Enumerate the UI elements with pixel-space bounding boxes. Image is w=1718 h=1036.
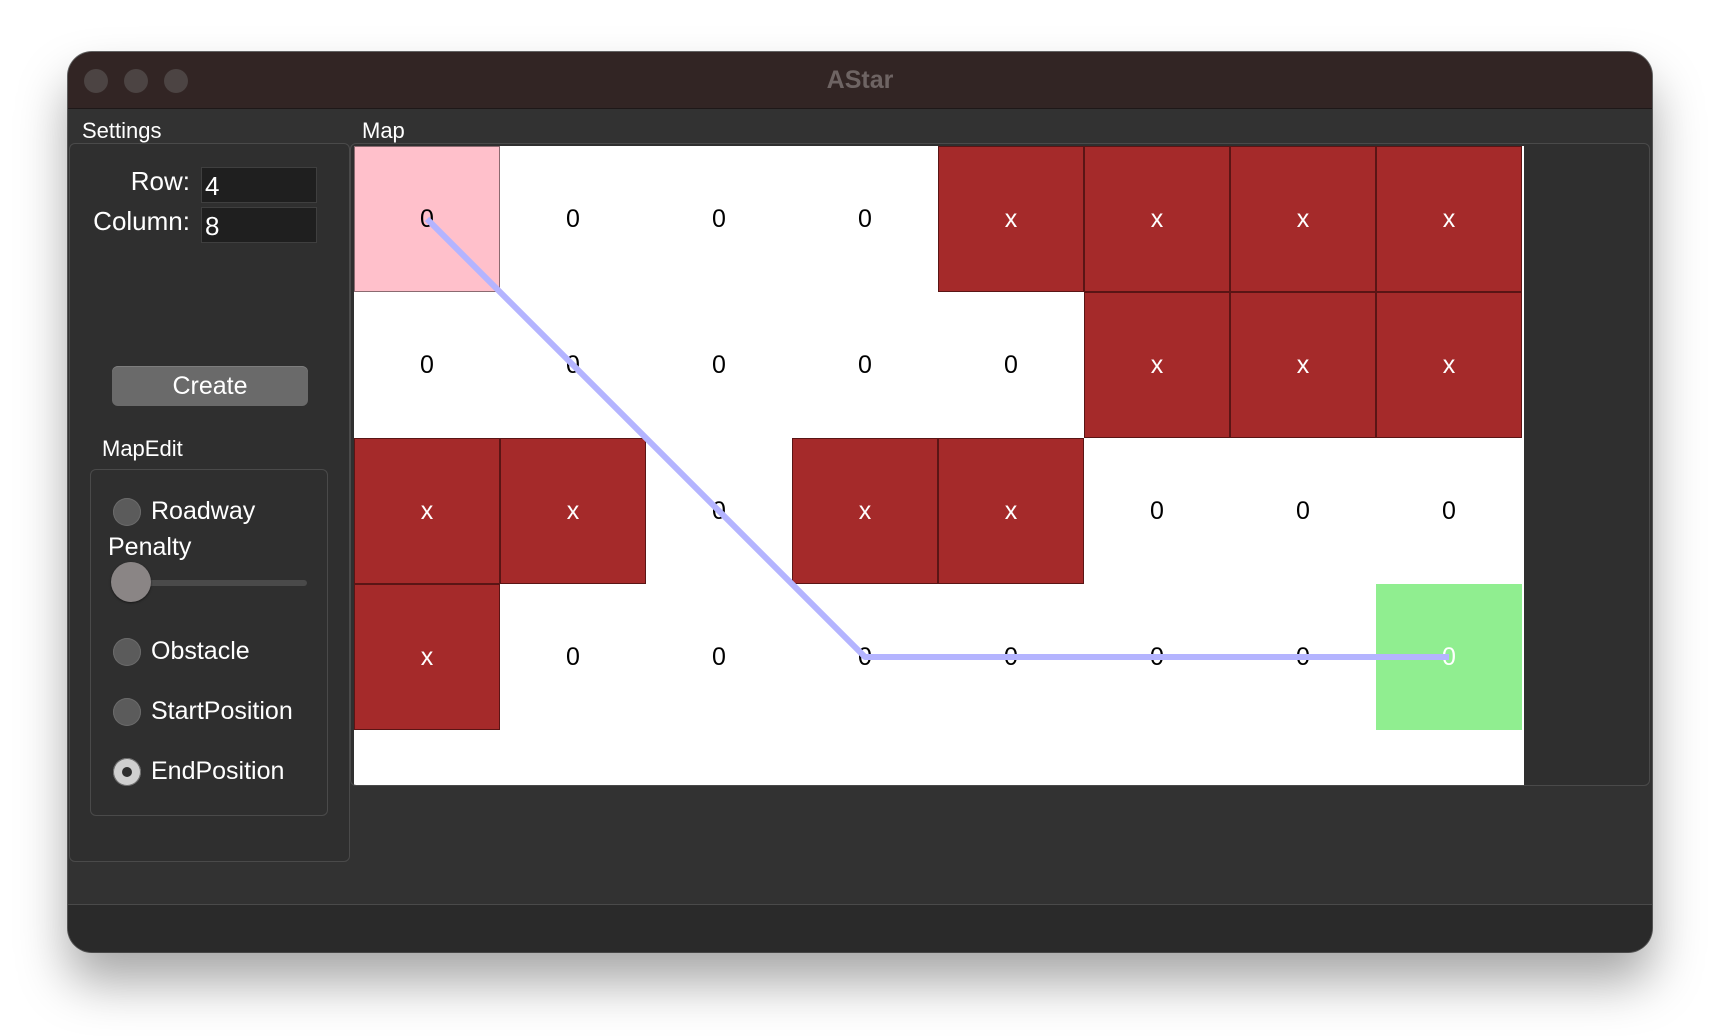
main-content: Settings Map Row: Column: Create MapEdit… bbox=[68, 109, 1652, 904]
obstacle-label[interactable]: Obstacle bbox=[151, 637, 250, 666]
map-cell[interactable]: 0 bbox=[354, 292, 500, 438]
mapedit-group-label: MapEdit bbox=[102, 436, 183, 461]
settings-panel: Row: Column: Create MapEdit Roadway Pena… bbox=[69, 143, 350, 862]
map-cell[interactable]: 0 bbox=[792, 146, 938, 292]
map-cell[interactable]: 0 bbox=[500, 584, 646, 730]
column-input[interactable] bbox=[201, 207, 317, 243]
end-position-label[interactable]: EndPosition bbox=[151, 757, 284, 786]
create-button[interactable]: Create bbox=[112, 366, 308, 406]
end-position-radio[interactable] bbox=[113, 758, 141, 786]
app-window: AStar Settings Map Row: Column: Create M… bbox=[68, 52, 1652, 952]
map-cell[interactable]: 0 bbox=[646, 584, 792, 730]
window-title: AStar bbox=[826, 66, 894, 94]
title-bar: AStar bbox=[68, 52, 1652, 109]
map-cell[interactable]: 0 bbox=[938, 292, 1084, 438]
start-position-radio[interactable] bbox=[113, 698, 141, 726]
map-cell[interactable]: 0 bbox=[1084, 584, 1230, 730]
map-cell-obstacle[interactable]: x bbox=[1376, 292, 1522, 438]
start-position-label[interactable]: StartPosition bbox=[151, 697, 293, 726]
map-cell-obstacle[interactable]: x bbox=[1230, 146, 1376, 292]
settings-group-label: Settings bbox=[82, 118, 162, 143]
map-cell[interactable]: 0 bbox=[1084, 438, 1230, 584]
map-cell[interactable]: 0 bbox=[1230, 438, 1376, 584]
map-cell[interactable]: 0 bbox=[646, 146, 792, 292]
map-grid: 0000xxxx00000xxxxx0xx000x0000000 bbox=[354, 146, 1524, 785]
map-cell-obstacle[interactable]: x bbox=[354, 584, 500, 730]
map-cell[interactable]: 0 bbox=[500, 292, 646, 438]
map-cell[interactable]: 0 bbox=[792, 292, 938, 438]
map-cell-end[interactable]: 0 bbox=[1376, 584, 1522, 730]
obstacle-radio[interactable] bbox=[113, 638, 141, 666]
map-cell-obstacle[interactable]: x bbox=[938, 146, 1084, 292]
map-cell[interactable]: 0 bbox=[792, 584, 938, 730]
map-panel: 0000xxxx00000xxxxx0xx000x0000000 bbox=[350, 143, 1650, 786]
map-cell-obstacle[interactable]: x bbox=[1084, 146, 1230, 292]
roadway-label[interactable]: Roadway bbox=[151, 497, 255, 526]
map-cell-obstacle[interactable]: x bbox=[1376, 146, 1522, 292]
map-cell-obstacle[interactable]: x bbox=[938, 438, 1084, 584]
status-bar bbox=[68, 904, 1652, 952]
penalty-slider-track[interactable] bbox=[131, 580, 307, 586]
map-cell[interactable]: 0 bbox=[500, 146, 646, 292]
map-cell-obstacle[interactable]: x bbox=[500, 438, 646, 584]
map-cell-start[interactable]: 0 bbox=[354, 146, 500, 292]
map-cell-obstacle[interactable]: x bbox=[354, 438, 500, 584]
map-cell[interactable]: 0 bbox=[646, 438, 792, 584]
row-label: Row: bbox=[130, 166, 190, 196]
map-cell[interactable]: 0 bbox=[646, 292, 792, 438]
penalty-slider-thumb[interactable] bbox=[111, 562, 151, 602]
map-group-label: Map bbox=[362, 118, 405, 143]
map-cell[interactable]: 0 bbox=[1376, 438, 1522, 584]
row-input[interactable] bbox=[201, 167, 317, 203]
penalty-label: Penalty bbox=[108, 533, 192, 561]
roadway-radio[interactable] bbox=[113, 498, 141, 526]
map-cell-obstacle[interactable]: x bbox=[792, 438, 938, 584]
map-cell-obstacle[interactable]: x bbox=[1084, 292, 1230, 438]
map-cell[interactable]: 0 bbox=[1230, 584, 1376, 730]
map-cell-obstacle[interactable]: x bbox=[1230, 292, 1376, 438]
map-cell[interactable]: 0 bbox=[938, 584, 1084, 730]
column-label: Column: bbox=[93, 206, 190, 236]
mapedit-panel: Roadway Penalty Obstacle StartPosition E… bbox=[90, 469, 328, 816]
